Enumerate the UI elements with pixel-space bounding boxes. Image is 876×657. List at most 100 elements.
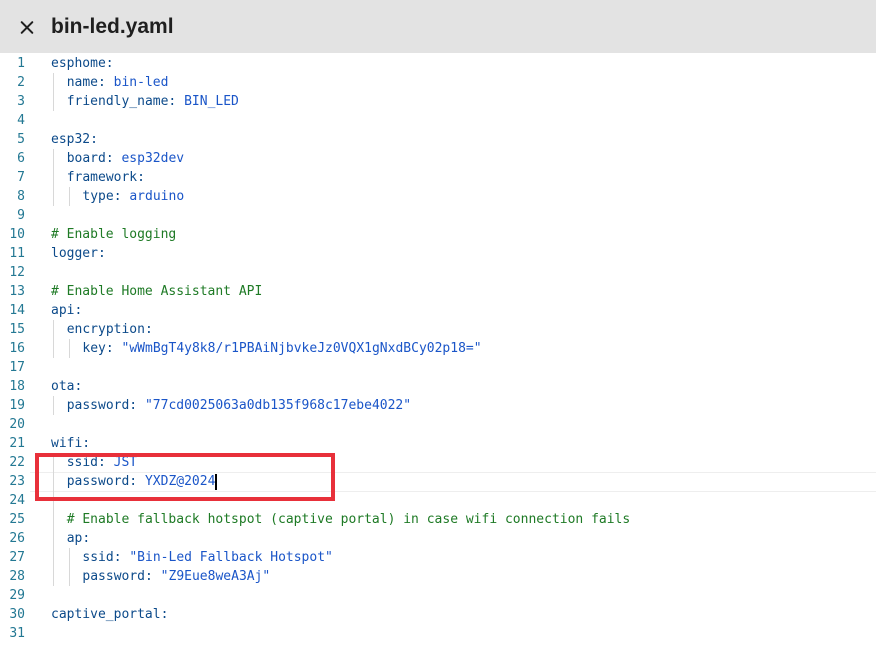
close-icon[interactable] [17, 17, 37, 37]
line-number: 5 [17, 132, 25, 147]
line-number: 23 [9, 474, 25, 489]
code-line[interactable]: 17 [0, 358, 876, 377]
line-number: 29 [9, 588, 25, 603]
code-line[interactable]: 7 framework: [0, 168, 876, 187]
code-key: password: [82, 569, 161, 584]
code-line[interactable]: 21 wifi: [0, 434, 876, 453]
code-line[interactable]: 25 # Enable fallback hotspot (captive por… [0, 510, 876, 529]
code-line[interactable]: 27 ssid: "Bin-Led Fallback Hotspot" [0, 548, 876, 567]
code-line[interactable]: 12 [0, 263, 876, 282]
code-value: "Bin-Led Fallback Hotspot" [129, 550, 333, 565]
code-line[interactable]: 1 esphome: [0, 54, 876, 73]
indent-guide [68, 339, 70, 358]
code-text: name: bin-led [67, 73, 169, 92]
code-text: password: "Z9Eue8weA3Aj" [82, 567, 270, 586]
line-number: 28 [9, 569, 25, 584]
line-number: 16 [9, 341, 25, 356]
indent-guide [68, 548, 70, 567]
code-text: password: "77cd0025063a0db135f968c17ebe4… [67, 396, 411, 415]
code-line[interactable]: 10 # Enable logging [0, 225, 876, 244]
code-value: "Z9Eue8weA3Aj" [160, 569, 271, 584]
line-number: 21 [9, 436, 25, 451]
code-key: key: [82, 341, 122, 356]
indent-guide [53, 339, 54, 358]
code-line[interactable]: 5 esp32: [0, 130, 876, 149]
code-line[interactable]: 26 ap: [0, 529, 876, 548]
code-text: captive_portal: [51, 605, 168, 624]
line-number: 19 [9, 398, 25, 413]
code-line[interactable]: 13 # Enable Home Assistant API [0, 282, 876, 301]
code-text: wifi: [51, 434, 90, 453]
code-line[interactable]: 11 logger: [0, 244, 876, 263]
code-key: logger: [51, 246, 106, 261]
indent-guide [53, 567, 54, 586]
code-line[interactable]: 28 password: "Z9Eue8weA3Aj" [0, 567, 876, 586]
code-text: friendly_name: BIN_LED [67, 92, 239, 111]
code-key: framework: [66, 170, 145, 185]
line-number: 1 [17, 56, 25, 71]
code-key: esp32: [51, 132, 98, 147]
code-key: ota: [51, 379, 83, 394]
code-line[interactable]: 18 ota: [0, 377, 876, 396]
code-text: # Enable Home Assistant API [51, 282, 262, 301]
code-editor[interactable]: 1 esphome: 2 name: bin-led 3 friendly_name: B… [0, 54, 876, 643]
indent-guide [53, 149, 54, 168]
code-key: encryption: [66, 322, 153, 337]
line-number: 25 [9, 512, 25, 527]
line-number: 18 [9, 379, 25, 394]
indent-guide [68, 187, 70, 206]
code-line[interactable]: 19 password: "77cd0025063a0db135f968c17eb… [0, 396, 876, 415]
code-line[interactable]: 4 [0, 111, 876, 130]
indent-guide [53, 73, 54, 92]
line-number: 24 [9, 493, 25, 508]
line-number: 6 [17, 151, 25, 166]
code-text: ssid: "Bin-Led Fallback Hotspot" [82, 548, 332, 567]
code-line[interactable]: 30 captive_portal: [0, 605, 876, 624]
code-line[interactable]: 31 [0, 624, 876, 643]
code-line[interactable]: 8 type: arduino [0, 187, 876, 206]
code-line[interactable]: 9 [0, 206, 876, 225]
code-text: type: arduino [82, 187, 184, 206]
code-key: type: [82, 189, 130, 204]
code-key: name: [66, 75, 114, 90]
indent-guide [53, 510, 54, 529]
code-comment: # Enable Home Assistant API [51, 284, 263, 299]
line-number: 11 [9, 246, 25, 261]
code-text: # Enable fallback hotspot (captive porta… [67, 510, 631, 529]
code-line[interactable]: 3 friendly_name: BIN_LED [0, 92, 876, 111]
code-line[interactable]: 20 [0, 415, 876, 434]
file-title: bin-led.yaml [51, 14, 174, 38]
code-value: BIN_LED [184, 94, 239, 109]
code-text: logger: [51, 244, 106, 263]
code-value: arduino [129, 189, 185, 204]
line-number: 13 [9, 284, 25, 299]
indent-guide [53, 529, 54, 548]
line-number: 31 [9, 626, 25, 641]
code-comment: # Enable fallback hotspot (captive porta… [66, 512, 631, 527]
code-text: framework: [67, 168, 145, 187]
line-number: 26 [9, 531, 25, 546]
line-number: 10 [9, 227, 25, 242]
code-key: wifi: [51, 436, 91, 451]
code-key: ssid: [82, 550, 130, 565]
code-line[interactable]: 15 encryption: [0, 320, 876, 339]
code-value: esp32dev [121, 151, 185, 166]
indent-guide [53, 187, 54, 206]
code-line[interactable]: 14 api: [0, 301, 876, 320]
code-text: encryption: [67, 320, 153, 339]
code-text: api: [51, 301, 82, 320]
code-line[interactable]: 16 key: "wWmBgT4y8k8/r1PBAiNjbvkeJz0VQX1g… [0, 339, 876, 358]
line-number: 12 [9, 265, 25, 280]
line-number: 2 [17, 75, 25, 90]
code-text: board: esp32dev [67, 149, 184, 168]
code-value: "wWmBgT4y8k8/r1PBAiNjbvkeJz0VQX1gNxdBCy0… [121, 341, 482, 356]
code-line[interactable]: 2 name: bin-led [0, 73, 876, 92]
line-number: 9 [17, 208, 25, 223]
code-line[interactable]: 29 [0, 586, 876, 605]
line-number: 8 [17, 189, 25, 204]
code-key: friendly_name: [66, 94, 185, 109]
code-key: ap: [66, 531, 91, 546]
code-line[interactable]: 6 board: esp32dev [0, 149, 876, 168]
code-key: password: [66, 398, 145, 413]
code-text: esp32: [51, 130, 98, 149]
